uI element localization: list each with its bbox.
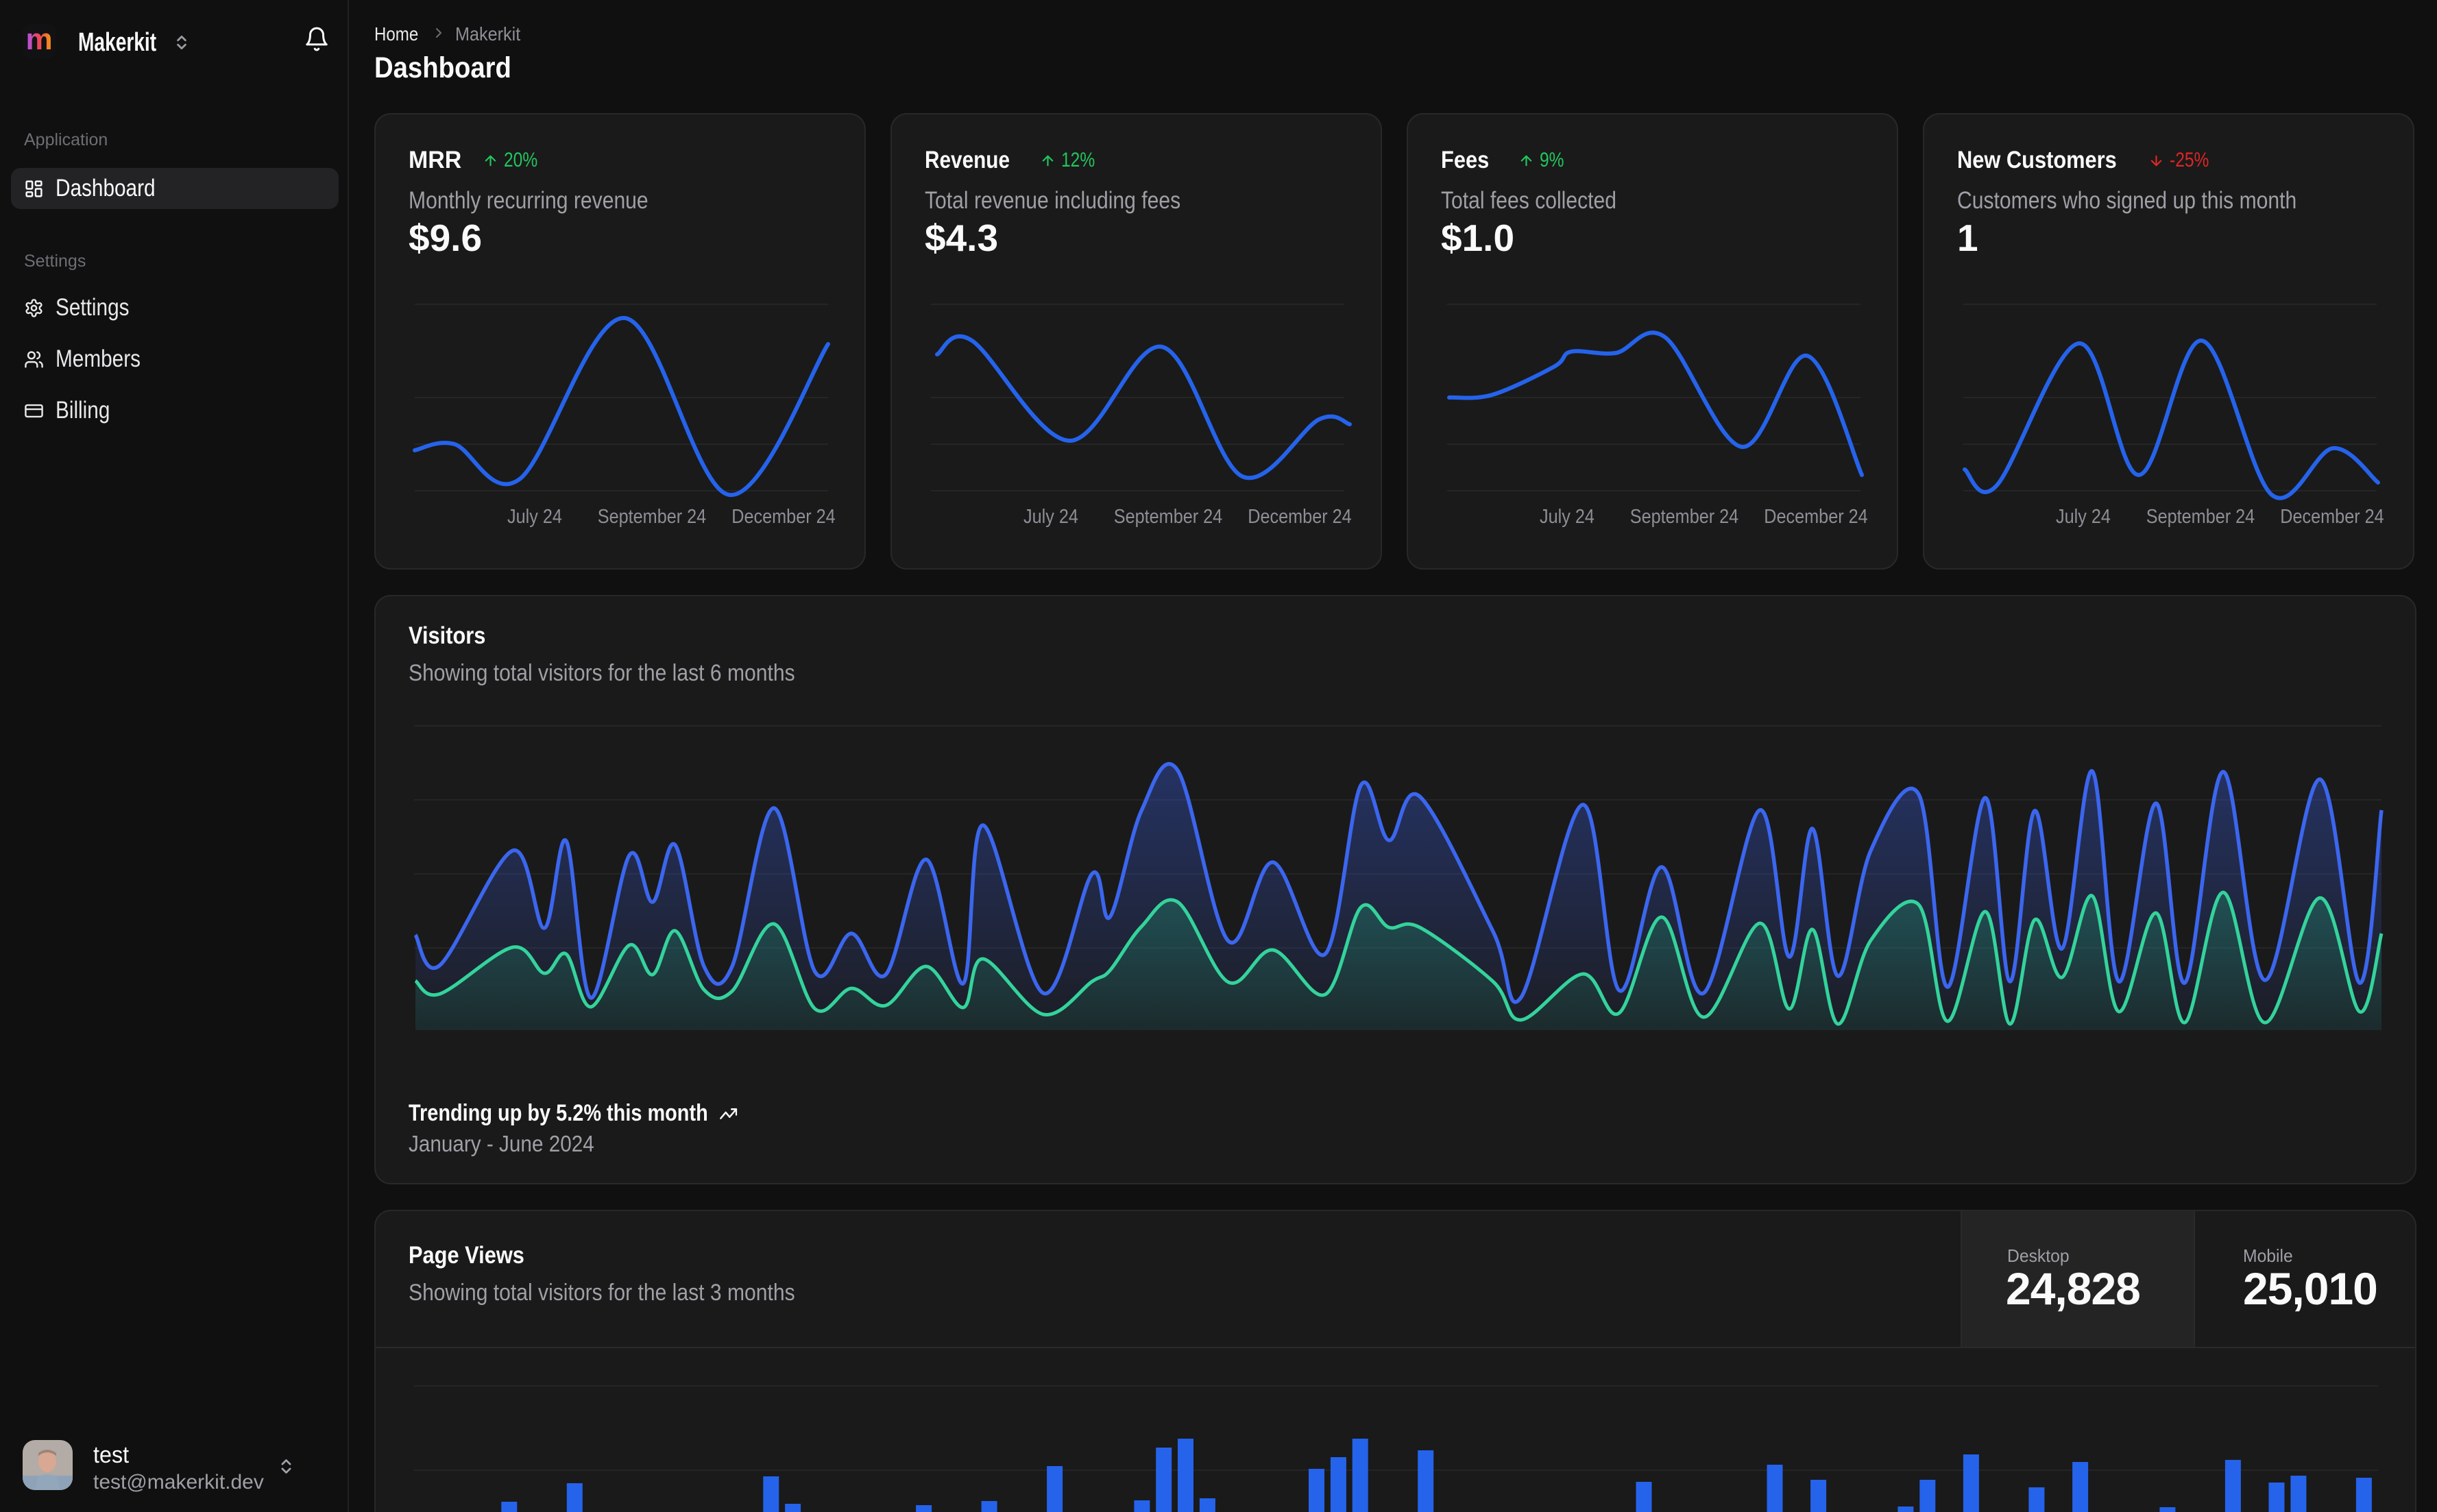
svg-text:September 24: September 24 [1114,504,1222,527]
svg-text:July 24: July 24 [1540,504,1595,527]
svg-text:July 24: July 24 [1023,504,1078,527]
svg-text:December 24: December 24 [1764,504,1867,527]
svg-text:September 24: September 24 [598,504,706,527]
svg-text:July 24: July 24 [2056,504,2111,527]
svg-text:September 24: September 24 [1630,504,1738,527]
svg-text:September 24: September 24 [2146,504,2255,527]
svg-text:m: m [25,24,52,56]
svg-text:July 24: July 24 [507,504,562,527]
svg-text:December 24: December 24 [1248,504,1351,527]
svg-text:December 24: December 24 [2280,504,2384,527]
svg-text:December 24: December 24 [731,504,835,527]
